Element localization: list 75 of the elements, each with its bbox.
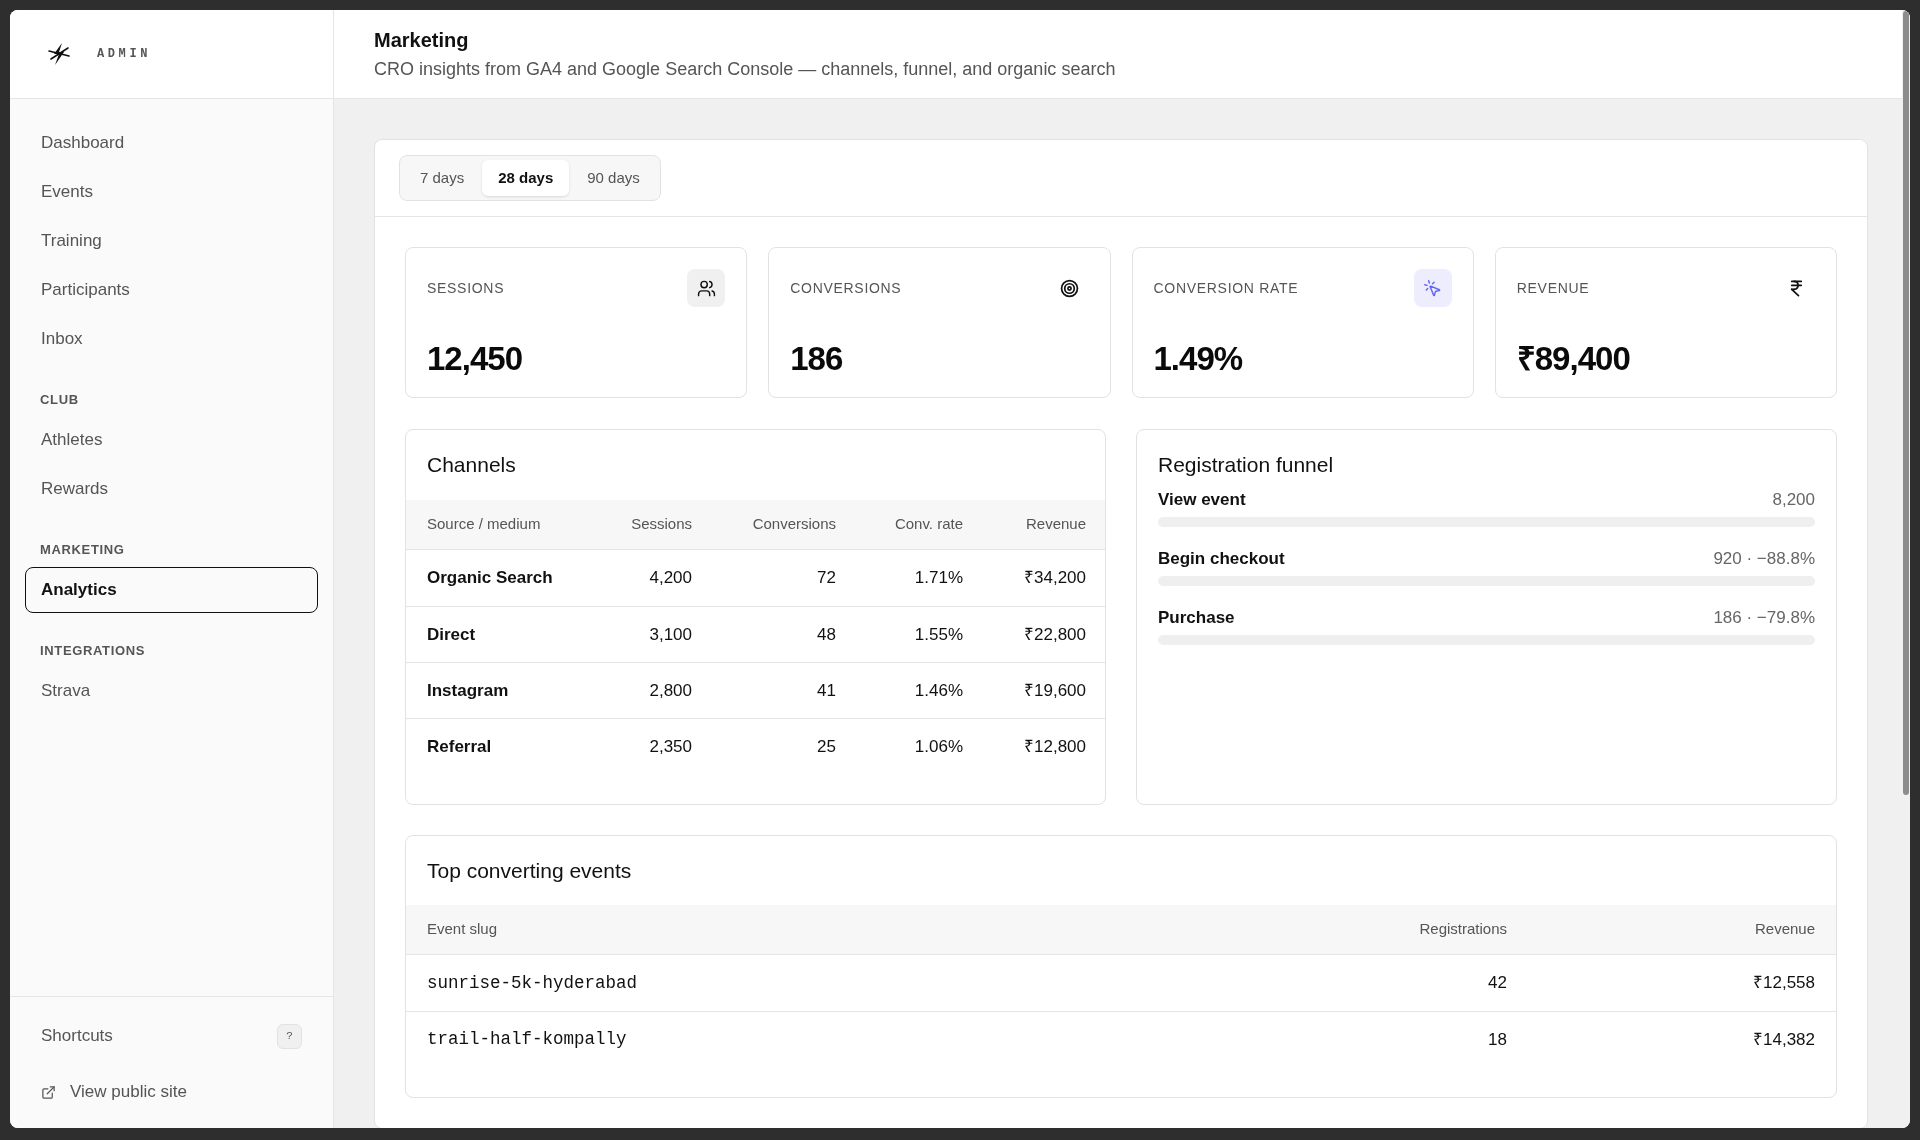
column-header: Sessions: [631, 514, 692, 535]
funnel-step-value: 8,200: [1772, 489, 1815, 512]
range-tab[interactable]: 7 days: [404, 160, 481, 196]
brand-label: ADMIN: [97, 46, 151, 63]
table-cell-text: Organic Search: [427, 567, 553, 590]
nav-item[interactable]: Inbox: [25, 316, 318, 362]
table-cell-text: 1.71%: [914, 567, 963, 590]
nav-item[interactable]: Rewards: [25, 466, 318, 512]
funnel-step-value: 920 · −88.8%: [1713, 548, 1815, 571]
card-title: Channels: [427, 452, 516, 478]
nav-item[interactable]: Strava: [25, 668, 318, 714]
table-cell-text: Instagram: [427, 679, 509, 702]
column-header: Revenue: [1754, 919, 1815, 940]
kpi-value: 186: [790, 340, 843, 378]
keyboard-key: ?: [277, 1023, 302, 1049]
table-cell-text: sunrise-5k-hyderabad: [427, 971, 638, 995]
column-header: Revenue: [1025, 514, 1086, 535]
table-cell-text: 2,800: [649, 679, 692, 702]
column-header: Event slug: [427, 919, 498, 940]
table-cell-text: 1.06%: [914, 735, 963, 758]
kpi-label: SESSIONS: [427, 278, 505, 298]
table-cell-text: 25: [817, 735, 836, 758]
column-header: Conversions: [752, 514, 836, 535]
funnel-step-value: 186 · −79.8%: [1713, 607, 1815, 630]
table-cell-text: 41: [817, 679, 836, 702]
funnel-step-label: Purchase: [1158, 607, 1235, 630]
nav-item[interactable]: Dashboard: [25, 120, 318, 166]
external-link-icon: [41, 1084, 56, 1100]
page-title: Marketing: [374, 28, 469, 53]
nav-section-heading: MARKETING: [40, 541, 126, 559]
column-header: Source / medium: [427, 514, 541, 535]
table-cell-text: trail-half-kompally: [427, 1028, 627, 1052]
table-cell-text: Direct: [427, 623, 476, 646]
nav-item[interactable]: Athletes: [25, 417, 318, 463]
table-cell-text: ₹22,800: [1024, 623, 1086, 646]
nav-item[interactable]: Participants: [25, 267, 318, 313]
kpi-label: CONVERSIONS: [790, 278, 902, 298]
table-cell-text: 18: [1488, 1028, 1507, 1051]
kpi-label: CONVERSION RATE: [1153, 278, 1299, 298]
table-cell-text: ₹19,600: [1024, 679, 1086, 702]
table-cell-text: 4,200: [649, 567, 692, 590]
table-cell-text: ₹12,558: [1753, 972, 1815, 995]
nav-item[interactable]: Analytics: [25, 567, 318, 613]
funnel-step-label: View event: [1158, 489, 1246, 512]
funnel-step-label: Begin checkout: [1158, 548, 1285, 571]
table-cell-text: 1.55%: [914, 623, 963, 646]
shortcuts-button[interactable]: Shortcuts: [41, 1023, 113, 1049]
column-header: Registrations: [1419, 919, 1507, 940]
table-cell-text: Referral: [427, 735, 492, 758]
card-title: Top converting events: [427, 858, 632, 884]
kpi-value: 1.49%: [1153, 340, 1243, 378]
table-cell-text: 72: [817, 567, 836, 590]
table-cell-text: 42: [1488, 972, 1507, 995]
table-cell-text: ₹34,200: [1024, 567, 1086, 590]
column-header: Conv. rate: [894, 514, 963, 535]
card-title: Registration funnel: [1158, 452, 1335, 478]
public-site-link[interactable]: View public site: [41, 1072, 302, 1112]
table-cell-text: ₹14,382: [1753, 1028, 1815, 1051]
kpi-value: ₹89,400: [1516, 340, 1630, 378]
scrollbar[interactable]: [1902, 10, 1910, 1128]
table-cell-text: 3,100: [649, 623, 692, 646]
range-tab[interactable]: 90 days: [571, 160, 656, 196]
page-subtitle: CRO insights from GA4 and Google Search Console — channels, funnel, and organic search: [374, 58, 1116, 81]
nav-item[interactable]: Events: [25, 169, 318, 215]
kpi-label: REVENUE: [1516, 278, 1590, 298]
range-tab[interactable]: 28 days: [482, 160, 570, 196]
table-cell-text: ₹12,800: [1024, 735, 1086, 758]
nav-section-heading: CLUB: [40, 391, 80, 409]
nav-item[interactable]: Training: [25, 218, 318, 264]
table-cell-text: 1.46%: [914, 679, 963, 702]
table-cell-text: 48: [817, 623, 836, 646]
kpi-value: 12,450: [427, 340, 522, 378]
table-cell-text: 2,350: [649, 735, 692, 758]
nav-section-heading: INTEGRATIONS: [40, 642, 147, 660]
logo-icon: [47, 42, 71, 66]
